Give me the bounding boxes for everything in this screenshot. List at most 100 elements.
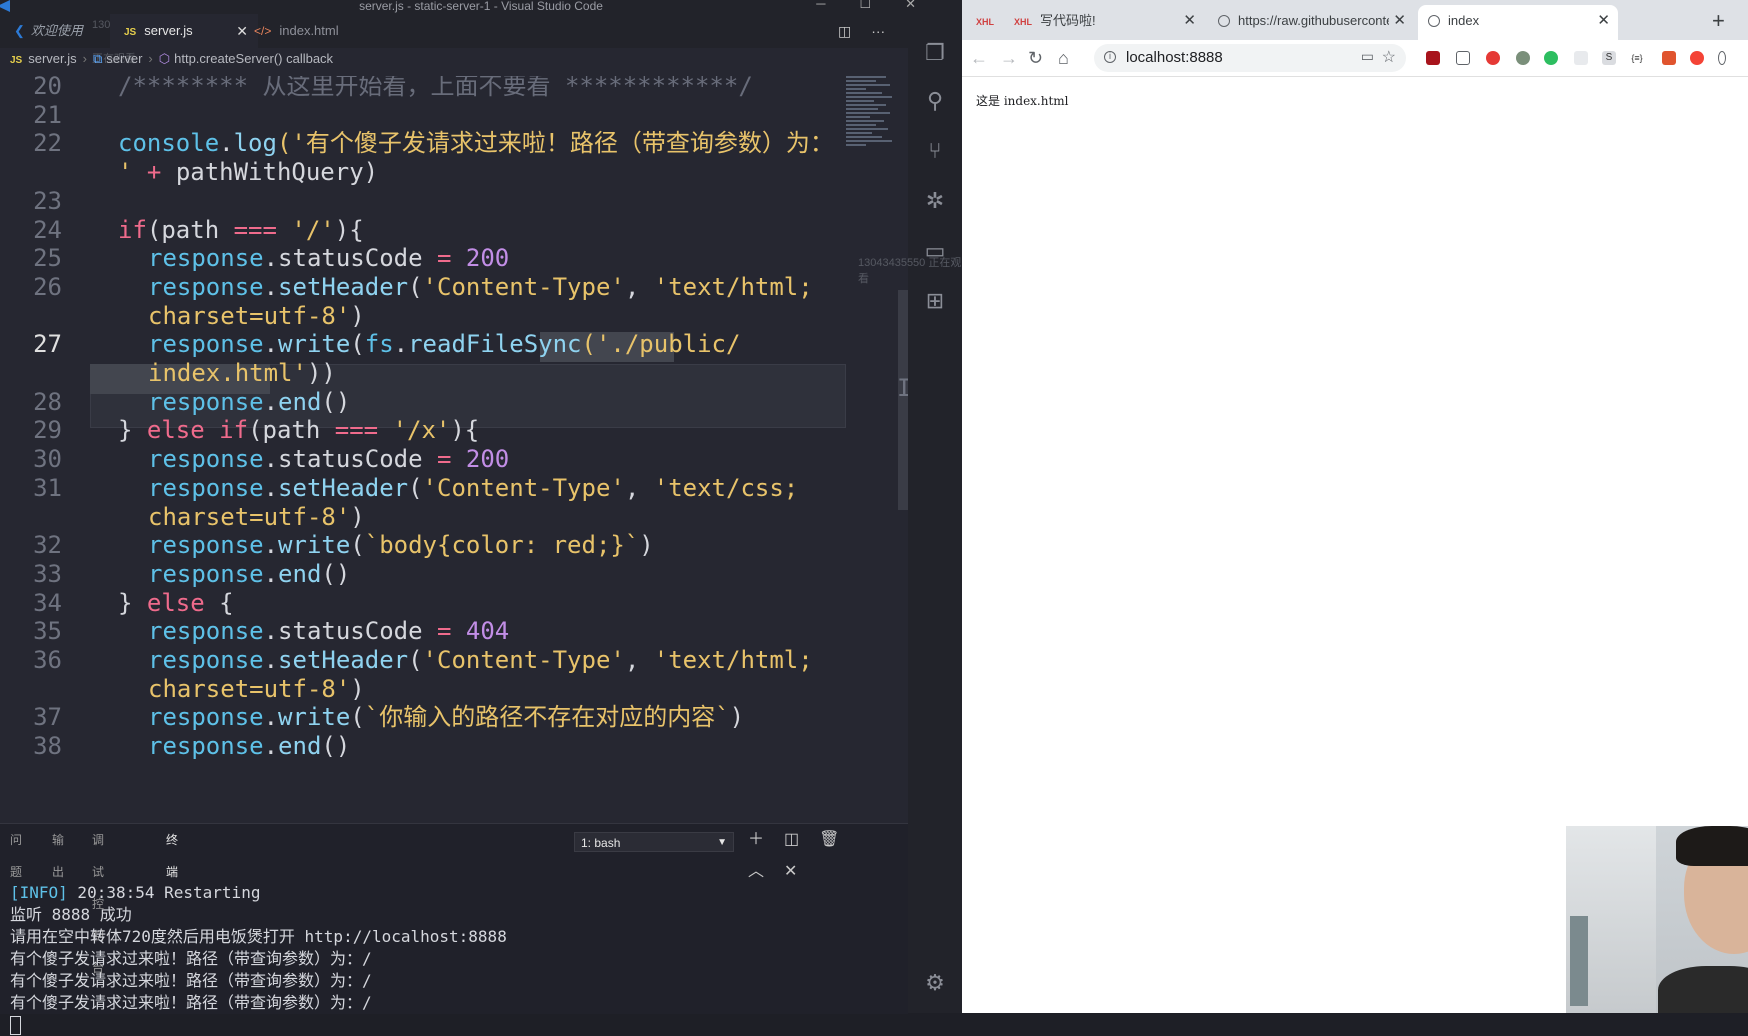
code-token: response [148, 387, 264, 416]
blank-extension-icon[interactable] [1574, 51, 1588, 65]
terminal-select[interactable]: 1: bash ▼ [574, 832, 734, 852]
more-actions-icon[interactable]: ··· [871, 23, 885, 39]
code-token: . [263, 473, 279, 502]
breadcrumb-file[interactable]: server.js [28, 51, 76, 66]
close-tab-icon[interactable]: ✕ [1183, 6, 1196, 36]
code-token: index.html' [148, 359, 307, 387]
code-text: response.setHeader('Content-Type', 'text… [148, 271, 813, 303]
new-tab-icon[interactable]: + [1712, 8, 1725, 34]
tab-welcome[interactable]: ❮欢迎使用 13043435550 正在观看 [0, 14, 159, 65]
line-number: 31 [33, 473, 62, 502]
code-token: if [118, 215, 147, 244]
browser-tabstrip: XHL XHL 写代码啦! ✕ https://raw.githubusercon… [962, 0, 1748, 40]
address-bar[interactable]: i localhost:8888 ▭ ☆ [1094, 44, 1406, 72]
extensions-icon[interactable]: ⊞ [922, 288, 948, 314]
code-token: . [263, 330, 279, 359]
code-token: . [263, 646, 279, 674]
code-editor[interactable]: 20/******** 从这里开始看，上面不要看 ************/21… [0, 76, 908, 818]
code-text: } else { [118, 587, 234, 619]
code-token: response [148, 531, 264, 560]
evernote-extension-icon[interactable] [1544, 51, 1558, 65]
line-number: 26 [33, 272, 62, 301]
breadcrumb-symbol[interactable]: server [106, 51, 142, 66]
debug-icon[interactable]: ✲ [922, 188, 948, 214]
code-text: charset=utf-8') [148, 673, 365, 705]
xhl-favicon-icon: XHL [1014, 17, 1032, 27]
breadcrumb-callback[interactable]: http.createServer() callback [174, 51, 333, 66]
terminal-line: [INFO] 20:38:54 Restarting [10, 883, 261, 902]
code-token: .statusCode [263, 244, 437, 273]
code-token: else [146, 588, 220, 617]
explorer-icon[interactable]: ❐ [922, 40, 948, 66]
tab-index-html[interactable]: </> index.html [240, 14, 390, 48]
info-icon[interactable]: i [1104, 51, 1116, 63]
code-token: end [278, 559, 322, 588]
minimize-icon[interactable]: ─ [816, 0, 859, 11]
maximize-panel-icon[interactable]: ︿ [748, 863, 764, 880]
s-extension-icon[interactable]: S [1602, 51, 1616, 65]
compass-extension-icon[interactable] [1690, 51, 1704, 65]
code-text: response.statusCode = 404 [148, 615, 509, 647]
trash-icon[interactable]: 🗑 [819, 831, 839, 848]
browser-tab-3[interactable]: https://raw.githubusercontent ✕ [1208, 6, 1414, 36]
code-token: 'text/html; [653, 646, 813, 674]
minimap[interactable] [846, 74, 898, 184]
cast-icon[interactable]: ▭ [1361, 48, 1374, 65]
code-token: , [624, 646, 654, 674]
code-token: ( [408, 473, 423, 502]
browser-tab-label: index [1448, 13, 1480, 28]
gray-extension-icon[interactable] [1516, 51, 1530, 65]
code-token: { [219, 588, 234, 617]
tab-server-js[interactable]: JS server.js ✕ [110, 14, 258, 48]
browser-tab-1[interactable]: XHL [966, 6, 1002, 36]
code-token: end [278, 387, 322, 416]
code-token: ( [408, 646, 423, 674]
code-text: if(path === '/'){ [118, 214, 364, 246]
close-panel-icon[interactable]: ✕ [784, 863, 797, 880]
split-terminal-icon[interactable]: ◫ [784, 831, 799, 848]
code-token: ('./public/ [581, 330, 741, 359]
code-text: charset=utf-8') [148, 300, 365, 332]
search-icon[interactable]: ⚲ [922, 88, 948, 114]
pocket-extension-icon[interactable] [1456, 51, 1470, 65]
code-token: } [118, 588, 147, 617]
settings-gear-icon[interactable]: ⚙ [922, 970, 948, 996]
webcam-person-shirt [1658, 966, 1748, 1013]
code-text: response.statusCode = 200 [148, 242, 509, 274]
code-token: = [436, 617, 466, 646]
code-token: } [118, 416, 147, 445]
terminal-output[interactable]: [INFO] 20:38:54 Restarting 监听 8888 成功 请用… [10, 860, 507, 1036]
adblock-extension-icon[interactable] [1486, 51, 1500, 65]
method-icon: ⬡ [158, 51, 171, 66]
back-icon[interactable]: ← [970, 46, 988, 70]
globe-icon [1218, 15, 1230, 27]
page-body-text: 这是 index.html [976, 94, 1069, 108]
code-token: ' [118, 158, 147, 187]
close-tab-icon[interactable]: ✕ [1597, 5, 1610, 37]
json-extension-icon[interactable]: {≡} [1630, 51, 1644, 65]
home-icon[interactable]: ⌂ [1058, 46, 1069, 70]
red-extension-icon[interactable] [1662, 51, 1676, 65]
code-token: ( [350, 330, 365, 359]
close-tab-icon[interactable]: ✕ [1389, 6, 1406, 36]
code-token: = [436, 244, 466, 273]
browser-tab-index[interactable]: index ✕ [1418, 5, 1618, 40]
browser-toolbar: ← → ↻ ⌂ i localhost:8888 ▭ ☆ S {≡} [962, 40, 1748, 77]
code-text: response.end() [148, 558, 350, 590]
source-control-icon[interactable]: ⑂ [922, 138, 948, 164]
new-terminal-icon[interactable]: ＋ [748, 831, 764, 848]
forward-icon[interactable]: → [1000, 46, 1018, 70]
split-editor-icon[interactable]: ◫ [838, 23, 851, 39]
close-window-icon[interactable]: ✕ [905, 0, 950, 11]
bookmark-star-icon[interactable]: ☆ [1382, 47, 1396, 67]
code-token: .statusCode [263, 617, 437, 646]
maximize-icon[interactable]: ☐ [859, 0, 905, 11]
ublock-extension-icon[interactable] [1426, 51, 1440, 65]
code-token: else if [146, 416, 249, 445]
browser-tab-2[interactable]: XHL 写代码啦! ✕ [1004, 6, 1204, 36]
terminal-line-0-rest: 20:38:54 Restarting [67, 883, 261, 902]
more-extensions-icon[interactable] [1718, 51, 1726, 65]
code-token: setHeader [278, 272, 409, 301]
reload-icon[interactable]: ↻ [1028, 46, 1043, 70]
window-controls[interactable]: ─☐✕ [816, 0, 950, 10]
